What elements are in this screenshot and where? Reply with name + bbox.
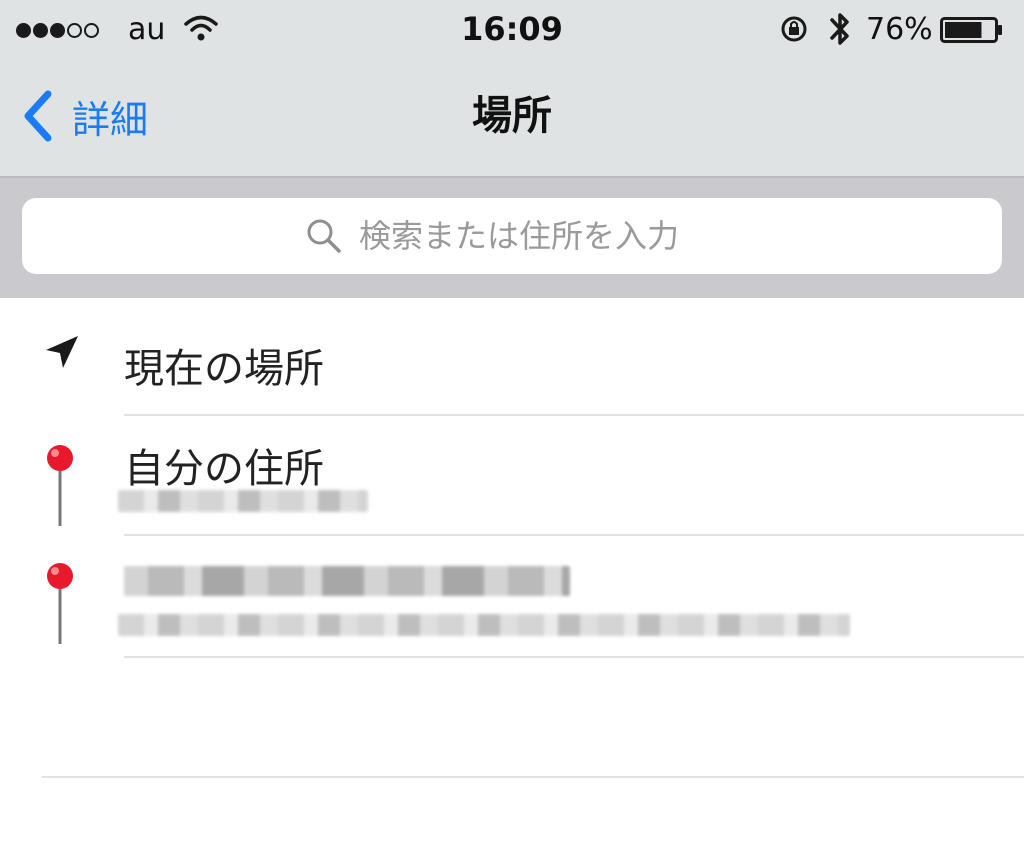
redacted-title (124, 566, 570, 596)
red-pin-icon (47, 445, 73, 526)
list-item-current-location[interactable]: 現在の場所 (0, 298, 1024, 416)
redacted-address (118, 614, 850, 636)
search-bar (0, 178, 1024, 298)
bluetooth-icon (830, 13, 849, 45)
location-arrow-icon (46, 336, 78, 368)
page-title: 場所 (472, 93, 552, 139)
search-icon (307, 219, 341, 253)
rotation-lock-icon (781, 16, 807, 42)
battery-icon (940, 17, 1002, 43)
list-item-title: 自分の住所 (124, 446, 324, 492)
search-field[interactable] (22, 198, 1002, 274)
search-input[interactable] (359, 217, 719, 255)
redacted-address (118, 490, 368, 512)
header: au 16:09 76% 詳細 場所 (0, 0, 1024, 178)
bottom-divider (42, 776, 1024, 778)
list-item-title: 現在の場所 (124, 346, 324, 392)
battery-percent: 76% (866, 12, 933, 47)
red-pin-icon (47, 563, 73, 644)
list-item-home-address[interactable]: 自分の住所 (0, 416, 1024, 536)
navigation-bar: 詳細 場所 (0, 56, 1024, 178)
status-bar: au 16:09 76% (0, 0, 1024, 56)
row-divider (124, 656, 1024, 658)
list-item-place[interactable] (0, 536, 1024, 658)
